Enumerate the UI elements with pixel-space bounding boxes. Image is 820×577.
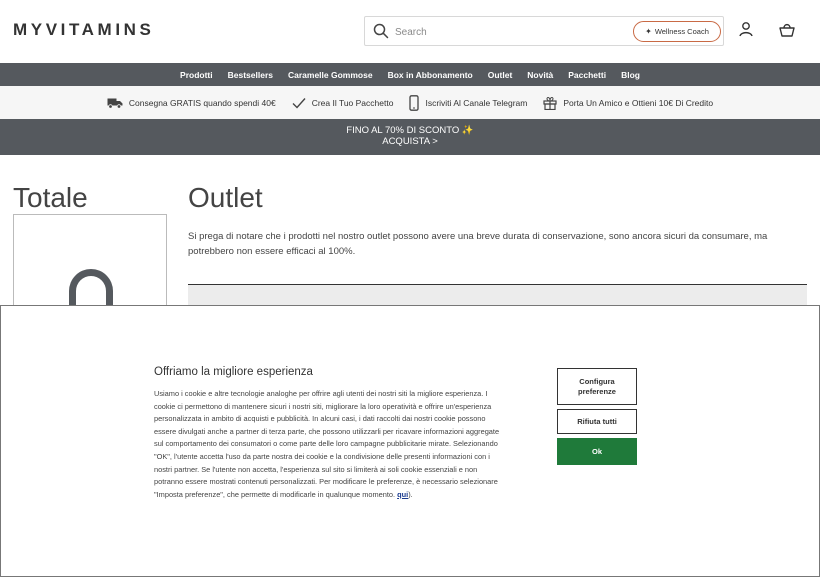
perk-build-bundle[interactable]: Crea Il Tuo Pacchetto bbox=[292, 97, 394, 109]
configure-preferences-button[interactable]: Configura preferenze bbox=[557, 368, 637, 405]
perks-bar: Consegna GRATIS quando spendi 40€ Crea I… bbox=[0, 86, 820, 119]
promo-cta[interactable]: ACQUISTA > bbox=[0, 136, 820, 147]
cookie-policy-link[interactable]: qui bbox=[397, 490, 408, 499]
promo-banner[interactable]: FINO AL 70% DI SCONTO ✨ ACQUISTA > bbox=[0, 119, 820, 155]
perk-free-delivery[interactable]: Consegna GRATIS quando spendi 40€ bbox=[107, 97, 276, 109]
truck-icon bbox=[107, 98, 123, 109]
perk-label: Crea Il Tuo Pacchetto bbox=[311, 97, 394, 108]
promo-headline: FINO AL 70% DI SCONTO ✨ bbox=[346, 125, 474, 136]
cookie-title: Offriamo la migliore esperienza bbox=[154, 366, 313, 378]
search-input[interactable] bbox=[395, 23, 615, 41]
cookie-link-suffix: ). bbox=[408, 489, 413, 499]
nav-item-caramelle-gommose[interactable]: Caramelle Gommose bbox=[288, 70, 373, 80]
page-title: Outlet bbox=[188, 182, 263, 213]
perk-telegram[interactable]: Iscriviti Al Canale Telegram bbox=[409, 94, 528, 111]
sparkle-icon: ✦ bbox=[645, 27, 652, 36]
nav-item-outlet[interactable]: Outlet bbox=[488, 70, 513, 80]
sidebar-title: Totale bbox=[13, 182, 88, 213]
nav-item-bestsellers[interactable]: Bestsellers bbox=[228, 70, 273, 80]
cookie-text: Usiamo i cookie e altre tecnologie analo… bbox=[154, 388, 504, 501]
nav-item-blog[interactable]: Blog bbox=[621, 70, 640, 80]
phone-icon bbox=[409, 94, 420, 111]
perk-label: Iscriviti Al Canale Telegram bbox=[425, 97, 528, 108]
perk-label: Consegna GRATIS quando spendi 40€ bbox=[128, 97, 276, 108]
nav-item-novita[interactable]: Novità bbox=[527, 70, 553, 80]
cookie-consent-dialog: Offriamo la migliore esperienza Usiamo i… bbox=[0, 305, 820, 577]
accept-ok-button[interactable]: Ok bbox=[557, 438, 637, 465]
cookie-body: Usiamo i cookie e altre tecnologie analo… bbox=[154, 389, 500, 499]
nav-item-pacchetti[interactable]: Pacchetti bbox=[568, 70, 606, 80]
perk-refer-friend[interactable]: Porta Un Amico e Ottieni 10€ Di Credito bbox=[543, 96, 713, 110]
page-description: Si prega di notare che i prodotti nel no… bbox=[188, 231, 768, 257]
gift-icon bbox=[543, 96, 557, 110]
wellness-coach-label: Wellness Coach bbox=[654, 27, 709, 36]
search-icon[interactable] bbox=[373, 23, 389, 39]
nav-item-box-abbonamento[interactable]: Box in Abbonamento bbox=[388, 70, 473, 80]
site-header: MYVITAMINS ✦ Wellness Coach bbox=[0, 0, 820, 63]
nav-item-prodotti[interactable]: Prodotti bbox=[180, 70, 213, 80]
main-nav: Prodotti Bestsellers Caramelle Gommose B… bbox=[0, 63, 820, 86]
reject-all-button[interactable]: Rifiuta tutti bbox=[557, 409, 637, 434]
wellness-coach-button[interactable]: ✦ Wellness Coach bbox=[633, 21, 721, 42]
account-icon[interactable] bbox=[738, 21, 754, 37]
search-bar[interactable]: ✦ Wellness Coach bbox=[364, 16, 724, 46]
basket-icon[interactable] bbox=[778, 21, 796, 39]
check-icon bbox=[292, 97, 306, 109]
perk-label: Porta Un Amico e Ottieni 10€ Di Credito bbox=[563, 97, 714, 108]
site-logo[interactable]: MYVITAMINS bbox=[13, 20, 154, 40]
